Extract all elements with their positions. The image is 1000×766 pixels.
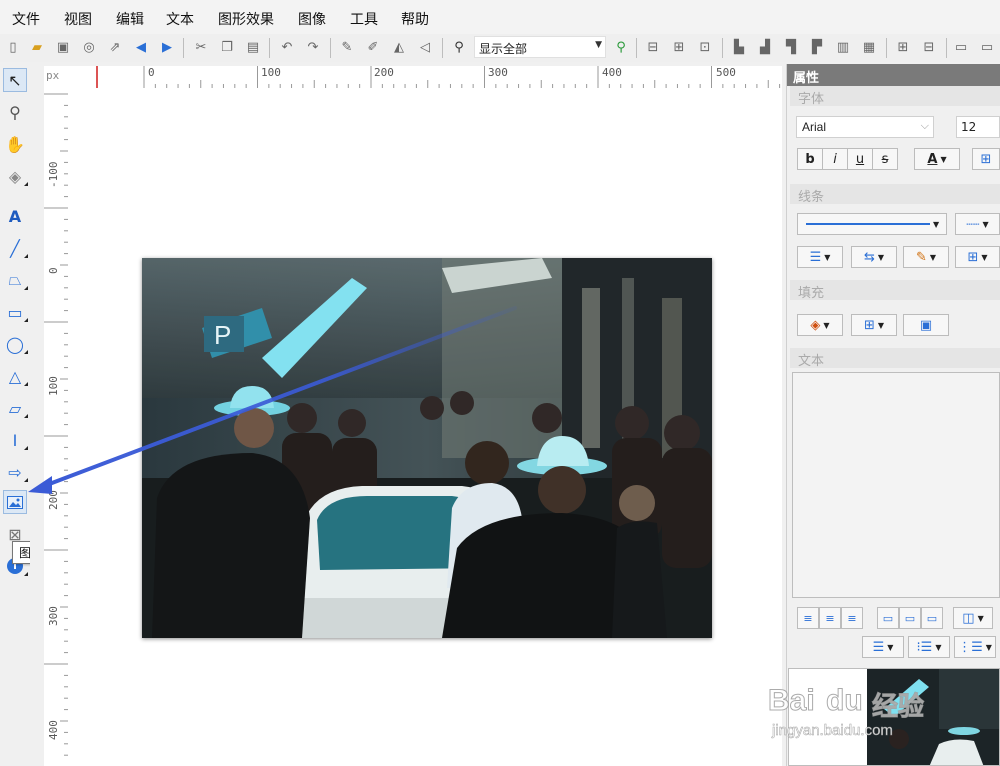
fill-color-button[interactable]: ◈ ▼ xyxy=(797,314,843,336)
font-family-select[interactable]: Arial ⌵ xyxy=(796,116,934,138)
chevron-down-icon: ▼ xyxy=(877,252,885,262)
line-color-button[interactable]: ✎ ▼ xyxy=(903,246,949,268)
bold-button[interactable]: b xyxy=(797,148,823,170)
line-section-label: 线条 xyxy=(798,190,825,205)
chevron-down-icon: ▼ xyxy=(824,252,831,262)
chevron-down-icon: ▼ xyxy=(981,252,988,262)
line-style-preview xyxy=(806,223,930,225)
fill-image-button[interactable]: ▣ xyxy=(903,314,949,336)
chevron-down-icon: ▼ xyxy=(940,154,947,164)
watermark-brand: Bai xyxy=(768,684,816,718)
watermark-jingyan: 经验 xyxy=(871,692,925,723)
font-family-value: Arial xyxy=(802,120,827,134)
line-grid-button[interactable]: ⊞ ▼ xyxy=(955,246,1000,268)
properties-title-text: 属性 xyxy=(793,71,820,86)
font-section-header: 字体 xyxy=(790,86,1000,107)
bullet-list-button[interactable]: ⁝☰ ▼ xyxy=(908,636,950,658)
italic-button[interactable]: i xyxy=(822,148,848,170)
properties-title: 属性 xyxy=(787,64,1000,86)
strikethrough-button[interactable]: s xyxy=(872,148,898,170)
chevron-down-icon: ▼ xyxy=(935,642,942,652)
chevron-down-icon: ⌵ xyxy=(920,119,929,132)
chevron-down-icon: ▼ xyxy=(977,613,984,623)
line-dash-select[interactable]: ┄┄ ▼ xyxy=(955,213,1000,235)
text-input-area[interactable] xyxy=(792,372,1000,598)
align-right-button[interactable]: ≡ xyxy=(841,607,863,629)
chevron-down-icon: ▼ xyxy=(877,320,885,330)
line-section-header: 线条 xyxy=(790,184,1000,205)
valign-middle-button[interactable]: ▭ xyxy=(899,607,921,629)
text-section-header: 文本 xyxy=(790,348,1000,369)
watermark-url: jingyan.baidu.com xyxy=(772,722,893,740)
chevron-down-icon: ▼ xyxy=(985,642,992,652)
text-columns-button[interactable]: ◫ ▼ xyxy=(953,607,993,629)
numbered-list-button[interactable]: ⋮☰ ▼ xyxy=(954,636,996,658)
font-section-label: 字体 xyxy=(798,92,825,107)
dash-icon: ┄┄ xyxy=(966,217,980,231)
fill-section-label: 填充 xyxy=(798,286,825,301)
chevron-down-icon: ▼ xyxy=(823,320,830,330)
watermark-brand-du: du xyxy=(826,684,864,718)
font-color-button[interactable]: A ▼ xyxy=(914,148,960,170)
align-center-button[interactable]: ≡ xyxy=(819,607,841,629)
line-spacing-button[interactable]: ☰ ▼ xyxy=(862,636,904,658)
chevron-down-icon: ▼ xyxy=(982,219,989,229)
font-size-value: 12 xyxy=(961,120,977,134)
underline-button[interactable]: u xyxy=(847,148,873,170)
chevron-down-icon: ▼ xyxy=(929,252,937,262)
line-weight-button[interactable]: ☰ ▼ xyxy=(797,246,843,268)
text-border-button[interactable]: ⊞ xyxy=(972,148,1000,170)
line-style-select[interactable]: ▼ xyxy=(797,213,947,235)
valign-top-button[interactable]: ▭ xyxy=(877,607,899,629)
chevron-down-icon: ▼ xyxy=(933,219,940,229)
line-arrows-button[interactable]: ⇆ ▼ xyxy=(851,246,897,268)
font-size-input[interactable]: 12 xyxy=(956,116,1000,138)
fill-pattern-button[interactable]: ⊞ ▼ xyxy=(851,314,897,336)
chevron-down-icon: ▼ xyxy=(887,642,894,652)
align-left-button[interactable]: ≡ xyxy=(797,607,819,629)
fill-section-header: 填充 xyxy=(790,280,1000,301)
text-section-label: 文本 xyxy=(798,354,825,369)
font-color-glyph: A xyxy=(927,151,938,167)
valign-bottom-button[interactable]: ▭ xyxy=(921,607,943,629)
